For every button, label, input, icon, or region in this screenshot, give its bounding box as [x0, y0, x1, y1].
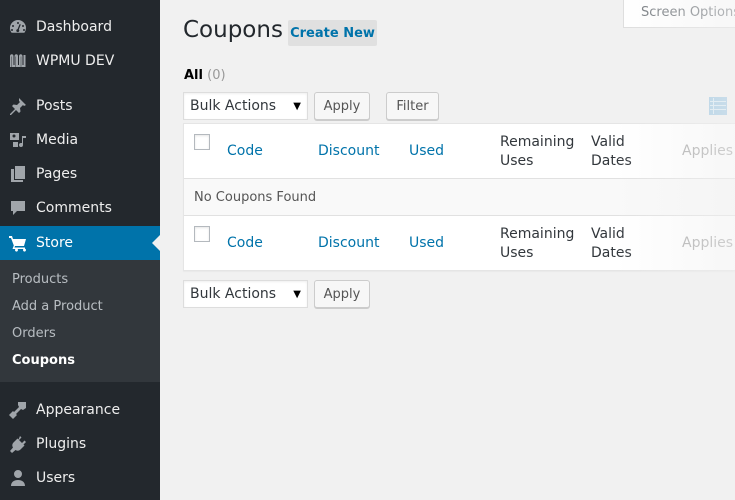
column-footer-valid-line2: Dates: [591, 245, 632, 261]
submenu-item-add-product[interactable]: Add a Product: [12, 299, 103, 314]
list-view-icon[interactable]: [709, 97, 727, 115]
column-header-valid-line1: Valid: [591, 134, 625, 150]
wpmudev-icon: [8, 51, 28, 71]
sidebar-item-users[interactable]: Users: [0, 461, 160, 495]
filter-button[interactable]: Filter: [386, 92, 439, 120]
column-header-remaining-line1: Remaining: [500, 134, 575, 150]
bulk-actions-value: Bulk Actions: [190, 286, 277, 302]
dashboard-icon: [8, 17, 28, 37]
select-all-checkbox-bottom[interactable]: [194, 226, 210, 242]
filter-all-count: (0): [207, 68, 226, 83]
column-header-code[interactable]: Code: [227, 142, 263, 161]
select-all-checkbox-top[interactable]: [194, 134, 210, 150]
sidebar-item-label: Comments: [36, 200, 112, 216]
submenu-item-coupons[interactable]: Coupons: [12, 353, 75, 368]
sidebar-item-plugins[interactable]: Plugins: [0, 427, 160, 461]
sidebar-item-media[interactable]: Media: [0, 123, 160, 157]
user-icon: [8, 468, 28, 488]
dropdown-arrow-icon: ▼: [293, 289, 301, 300]
admin-sidebar: Dashboard WPMU DEV Posts Media Pages Com…: [0, 0, 160, 500]
sidebar-item-label: Media: [36, 132, 79, 148]
coupons-table: Code Discount Used Remaining Uses Valid …: [183, 123, 735, 271]
sidebar-item-comments[interactable]: Comments: [0, 191, 160, 225]
sidebar-item-label: Posts: [36, 98, 73, 114]
media-icon: [8, 130, 28, 150]
plugin-icon: [8, 434, 28, 454]
screen-options-button[interactable]: Screen Options: [623, 0, 735, 28]
paintbrush-icon: [8, 400, 28, 420]
store-submenu: Products Add a Product Orders Coupons: [0, 260, 160, 382]
sidebar-item-label: Users: [36, 470, 76, 486]
column-header-used[interactable]: Used: [409, 142, 444, 161]
column-footer-remaining-line2: Uses: [500, 245, 534, 261]
sidebar-item-store[interactable]: Store: [0, 226, 160, 260]
submenu-item-products[interactable]: Products: [12, 272, 68, 287]
sidebar-item-wpmu-dev[interactable]: WPMU DEV: [0, 44, 160, 78]
column-header-valid-line2: Dates: [591, 153, 632, 169]
current-menu-arrow: [152, 235, 160, 251]
sidebar-item-posts[interactable]: Posts: [0, 89, 160, 123]
page-title: Coupons: [183, 17, 283, 43]
sidebar-item-appearance[interactable]: Appearance: [0, 393, 160, 427]
sidebar-item-label: Dashboard: [36, 19, 112, 35]
sidebar-item-label: Store: [36, 235, 74, 251]
column-footer-used[interactable]: Used: [409, 234, 444, 253]
sidebar-item-label: Plugins: [36, 436, 87, 452]
column-header-discount[interactable]: Discount: [318, 142, 379, 161]
column-header-remaining-uses: Remaining Uses: [500, 133, 574, 171]
bulk-actions-select-top[interactable]: Bulk Actions ▼: [183, 92, 308, 120]
pushpin-icon: [8, 96, 28, 116]
comment-icon: [8, 198, 28, 218]
column-footer-remaining-uses: Remaining Uses: [500, 225, 574, 263]
no-items-row: No Coupons Found: [184, 179, 735, 215]
dropdown-arrow-icon: ▼: [293, 101, 301, 112]
column-header-remaining-line2: Uses: [500, 153, 534, 169]
column-footer-discount[interactable]: Discount: [318, 234, 379, 253]
status-filter-all[interactable]: All (0): [184, 68, 226, 83]
column-footer-valid-line1: Valid: [591, 226, 625, 242]
column-header-applies-to: Applies To: [682, 143, 735, 159]
table-footer-row: Code Discount Used Remaining Uses Valid …: [184, 215, 735, 270]
sidebar-item-dashboard[interactable]: Dashboard: [0, 10, 160, 44]
column-header-valid-dates: Valid Dates: [591, 133, 632, 171]
filter-all-label: All: [184, 68, 203, 83]
sidebar-item-label: Appearance: [36, 402, 121, 418]
column-footer-valid-dates: Valid Dates: [591, 225, 632, 263]
sidebar-item-label: WPMU DEV: [36, 53, 115, 69]
column-footer-remaining-line1: Remaining: [500, 226, 575, 242]
bulk-actions-value: Bulk Actions: [190, 98, 277, 114]
table-header-row: Code Discount Used Remaining Uses Valid …: [184, 124, 735, 179]
bulk-actions-select-bottom[interactable]: Bulk Actions ▼: [183, 280, 308, 308]
submenu-item-orders[interactable]: Orders: [12, 326, 56, 341]
sidebar-item-label: Pages: [36, 166, 78, 182]
sidebar-item-pages[interactable]: Pages: [0, 157, 160, 191]
cart-icon: [8, 233, 28, 253]
column-footer-code[interactable]: Code: [227, 234, 263, 253]
apply-button-bottom[interactable]: Apply: [314, 280, 370, 308]
pages-icon: [8, 164, 28, 184]
apply-button-top[interactable]: Apply: [314, 92, 370, 120]
column-footer-applies-to: Applies To: [682, 235, 735, 251]
create-new-button[interactable]: Create New: [288, 20, 377, 46]
